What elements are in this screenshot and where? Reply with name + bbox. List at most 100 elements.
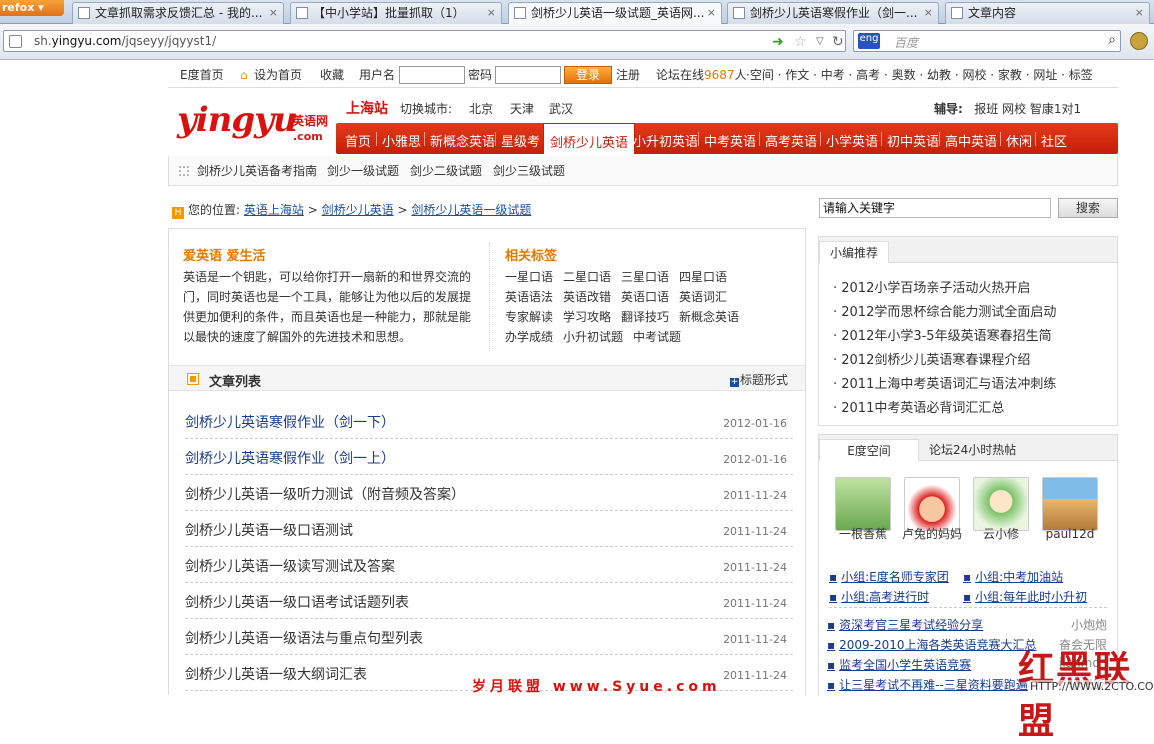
tag-item[interactable]: 学习攻略 (563, 307, 611, 327)
tag-item[interactable]: 一星口语 (505, 267, 553, 287)
username-input[interactable] (399, 66, 465, 84)
nav-gaokao[interactable]: 高考英语 (765, 131, 817, 150)
tab-feedback[interactable]: 文章抓取需求反馈汇总 - 我的... × (72, 2, 284, 24)
bookmark-star-icon[interactable]: ☆ (794, 34, 807, 50)
yingyu-logo[interactable]: yingyu 英语网 .com (175, 94, 333, 154)
avatar[interactable] (904, 477, 960, 531)
nav-primary-to-junior[interactable]: 小升初英语 (633, 131, 698, 150)
tag-item[interactable]: 英语词汇 (679, 287, 727, 307)
title-mode-toggle[interactable]: + 标题形式 (730, 371, 788, 388)
tab-forum-hot[interactable]: 论坛24小时热帖 (919, 439, 1026, 461)
subnav-level2[interactable]: 剑少二级试题 (410, 156, 482, 186)
article-title[interactable]: 剑桥少儿英语寒假作业（剑一下） (185, 412, 395, 432)
article-row[interactable]: 剑桥少儿英语一级听力测试（附音频及答案） 2011-11-24 (185, 475, 793, 511)
nav-cambridge[interactable]: 剑桥少儿英语 (543, 123, 636, 154)
tag-item[interactable]: 翻译技巧 (621, 307, 669, 327)
article-title[interactable]: 剑桥少儿英语一级听力测试（附音频及答案） (185, 484, 465, 504)
hot-post[interactable]: 2009-2010上海各类英语竞赛大汇总 (827, 636, 1036, 653)
channel-links[interactable]: ·空间 · 作文 · 中考 · 高考 · 奥数 · 幼教 · 网校 · 家教 ·… (746, 62, 1093, 88)
site-identity-icon[interactable] (9, 35, 22, 48)
article-row[interactable]: 剑桥少儿英语一级读写测试及答案 2011-11-24 (185, 547, 793, 583)
group-link[interactable]: 小组:E度名师专家团 (829, 568, 949, 585)
nav-leisure[interactable]: 休闲 (1006, 131, 1032, 150)
recommend-item[interactable]: · 2011上海中考英语词汇与语法冲刺练 (833, 373, 1056, 392)
city-tianjin[interactable]: 天津 (510, 100, 534, 117)
article-row[interactable]: 剑桥少儿英语一级语法与重点句型列表 2011-11-24 (185, 619, 793, 655)
tag-item[interactable]: 四星口语 (679, 267, 727, 287)
nav-home[interactable]: 首页 (345, 131, 371, 150)
reload-icon[interactable]: ↻ (832, 34, 844, 50)
article-title[interactable]: 剑桥少儿英语一级读写测试及答案 (185, 556, 395, 576)
close-icon[interactable]: × (487, 3, 496, 23)
user-name[interactable]: 云小修 (969, 527, 1033, 541)
hot-post[interactable]: 资深考官三星考试经验分享 (827, 616, 983, 633)
firefox-menu-button[interactable]: refox ▾ (0, 0, 64, 16)
go-arrow-icon[interactable]: ➜ (772, 34, 784, 50)
nav-community[interactable]: 社区 (1041, 131, 1067, 150)
close-icon[interactable]: × (1135, 3, 1144, 23)
article-title[interactable]: 剑桥少儿英语一级口语测试 (185, 520, 353, 540)
close-icon[interactable]: × (269, 3, 278, 23)
register-link[interactable]: 注册 (616, 62, 640, 88)
avatar[interactable] (973, 477, 1029, 531)
hot-post-user[interactable]: 小炮炮 (1071, 616, 1107, 633)
tag-item[interactable]: 英语口语 (621, 287, 669, 307)
search-button[interactable]: 搜索 (1058, 198, 1118, 218)
article-row[interactable]: 剑桥少儿英语一级口语考试话题列表 2011-11-24 (185, 583, 793, 619)
group-link[interactable]: 小组:中考加油站 (963, 568, 1063, 585)
set-home-link[interactable]: 设为首页 (254, 62, 302, 88)
avatar[interactable] (1042, 477, 1098, 531)
article-row[interactable]: 剑桥少儿英语一级口语测试 2011-11-24 (185, 511, 793, 547)
tag-item[interactable]: 中考试题 (633, 327, 681, 347)
url-text[interactable]: sh.yingyu.com/jqseyy/jqyyst1/ (34, 34, 216, 48)
tab-article-content[interactable]: 文章内容 × (945, 2, 1150, 24)
recommend-item[interactable]: · 2011中考英语必背词汇汇总 (833, 397, 1004, 416)
nav-senior-high[interactable]: 高中英语 (945, 131, 997, 150)
nav-star-exam[interactable]: 星级考 (501, 131, 540, 150)
search-engine-icon[interactable]: eng (858, 33, 880, 49)
avatar[interactable] (835, 477, 891, 531)
nav-primary[interactable]: 小学英语 (826, 131, 878, 150)
close-icon[interactable]: × (707, 3, 716, 23)
recommend-item[interactable]: · 2012学而思杯综合能力测试全面启动 (833, 301, 1056, 320)
tag-item[interactable]: 二星口语 (563, 267, 611, 287)
tab-batch-capture[interactable]: 【中小学站】批量抓取（1） × (290, 2, 502, 24)
article-title[interactable]: 剑桥少儿英语一级口语考试话题列表 (185, 592, 409, 612)
addon-icon[interactable] (1130, 32, 1148, 50)
nav-junior-high[interactable]: 初中英语 (887, 131, 939, 150)
keyword-input[interactable]: 请输入关键字 (819, 198, 1051, 218)
tag-item[interactable]: 英语改错 (563, 287, 611, 307)
nav-new-concept[interactable]: 新概念英语 (430, 131, 495, 150)
user-name[interactable]: 卢兔的妈妈 (900, 527, 964, 541)
tag-item[interactable]: 新概念英语 (679, 307, 739, 327)
search-icon[interactable]: ⌕ (1108, 32, 1116, 48)
tag-item[interactable]: 英语语法 (505, 287, 553, 307)
article-title[interactable]: 剑桥少儿英语寒假作业（剑一上） (185, 448, 395, 468)
article-row[interactable]: 剑桥少儿英语寒假作业（剑一下） 2012-01-16 (185, 403, 793, 439)
breadcrumb-shanghai[interactable]: 英语上海站 (244, 203, 304, 217)
article-title[interactable]: 剑桥少儿英语一级语法与重点句型列表 (185, 628, 423, 648)
recommend-item[interactable]: · 2012小学百场亲子活动火热开启 (833, 277, 1030, 296)
password-input[interactable] (495, 66, 561, 84)
city-wuhan[interactable]: 武汉 (549, 100, 573, 117)
tag-item[interactable]: 办学成绩 (505, 327, 553, 347)
close-icon[interactable]: × (924, 3, 933, 23)
tag-item[interactable]: 专家解读 (505, 307, 553, 327)
city-beijing[interactable]: 北京 (469, 100, 493, 117)
login-button[interactable]: 登录 (564, 66, 612, 84)
subnav-level1[interactable]: 剑少一级试题 (327, 156, 399, 186)
edu-home-link[interactable]: E度首页 (180, 62, 224, 88)
breadcrumb-level1[interactable]: 剑桥少儿英语一级试题 (411, 203, 531, 217)
breadcrumb-cambridge[interactable]: 剑桥少儿英语 (322, 203, 394, 217)
hot-post[interactable]: 监考全国小学生英语竞赛 (827, 656, 971, 673)
subnav-guide[interactable]: 剑桥少儿英语备考指南 (197, 156, 317, 186)
article-row[interactable]: 剑桥少儿英语寒假作业（剑一上） 2012-01-16 (185, 439, 793, 475)
nav-zhongkao[interactable]: 中考英语 (704, 131, 756, 150)
recommend-item[interactable]: · 2012剑桥少儿英语寒春课程介绍 (833, 349, 1030, 368)
nav-ielts-junior[interactable]: 小雅思 (382, 131, 421, 150)
favorite-link[interactable]: 收藏 (320, 62, 344, 88)
tab-winter-homework[interactable]: 剑桥少儿英语寒假作业（剑一... × (727, 2, 939, 24)
user-name[interactable]: 一根香蕉 (831, 527, 895, 541)
tag-item[interactable]: 三星口语 (621, 267, 669, 287)
tab-cambridge-exam[interactable]: 剑桥少儿英语一级试题_英语网... × (508, 2, 722, 25)
